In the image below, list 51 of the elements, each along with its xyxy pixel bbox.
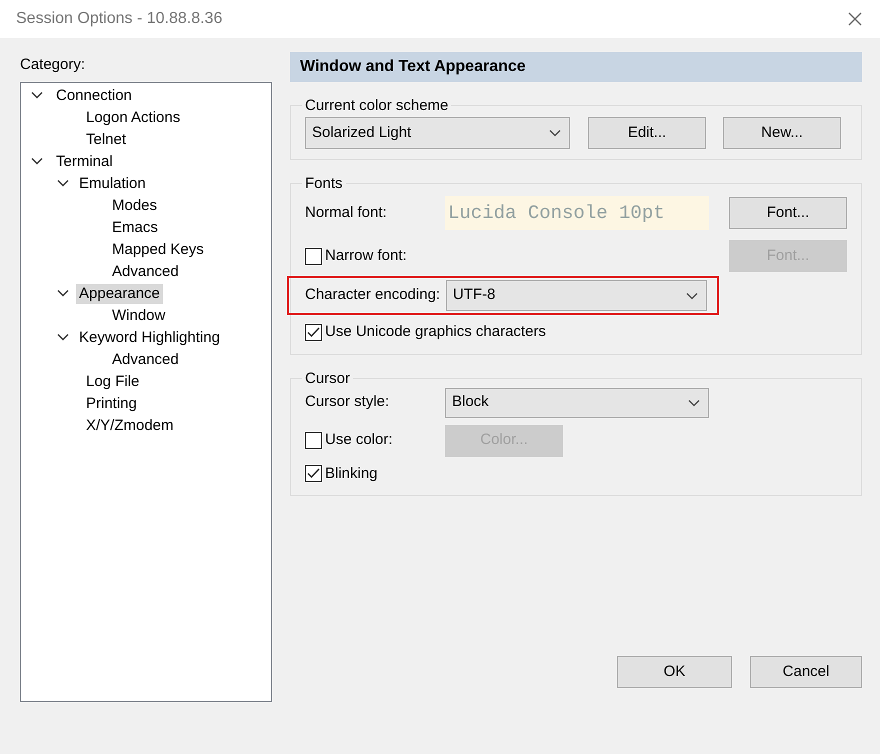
tree-item[interactable]: Appearance [76,284,163,304]
caret-icon [549,129,561,137]
font-button[interactable]: Font... [729,197,847,229]
checkbox-label: Use color: [325,430,393,450]
tree-item[interactable]: Window [109,306,168,326]
tree-item[interactable]: X/Y/Zmodem [83,416,177,436]
tree-item[interactable]: Telnet [83,130,130,150]
tree-item[interactable]: Advanced [109,350,182,370]
window-title: Session Options - 10.88.8.36 [16,9,222,29]
dialog-button[interactable]: OK [617,656,732,688]
tree-item[interactable]: Connection [53,86,135,106]
caret-icon [686,292,698,300]
category-label: Category: [20,55,86,75]
scheme-button[interactable]: New... [723,117,841,149]
panel-title: Window and Text Appearance [290,52,862,82]
checkbox-label: Narrow font: [325,246,407,266]
tree-item[interactable]: Logon Actions [83,108,184,128]
tree-item[interactable]: Log File [83,372,142,392]
caret-icon [688,398,700,406]
tree-item[interactable]: Mapped Keys [109,240,207,260]
checkbox-label: Use Unicode graphics characters [325,322,546,342]
checkbox-label: Blinking [325,464,378,484]
field-label: Character encoding: [305,285,442,306]
field-label: Cursor style: [305,392,390,412]
font-preview: Lucida Console 10pt [445,196,709,230]
group-legend: Cursor [302,370,354,386]
tree-item[interactable]: Terminal [53,152,116,172]
tree-item[interactable]: Keyword Highlighting [76,328,223,348]
chevron-icon[interactable] [57,332,69,342]
chevron-icon[interactable] [57,288,69,298]
checkbox[interactable] [305,432,322,449]
chevron-icon[interactable] [31,90,43,100]
chevron-icon[interactable] [31,156,43,166]
checkbox[interactable] [305,248,322,264]
cursor-style-dropdown[interactable]: Block [445,388,709,418]
group-legend: Fonts [302,176,346,191]
checkbox[interactable] [305,324,322,341]
checkbox[interactable] [305,465,322,482]
dialog-button[interactable]: Cancel [750,656,862,688]
close-icon[interactable] [848,12,862,26]
scheme-button[interactable]: Edit... [588,117,706,149]
tree-item[interactable]: Advanced [109,262,182,282]
tree-item[interactable]: Modes [109,196,160,216]
field-label: Normal font: [305,202,388,223]
tree-item[interactable]: Emacs [109,218,161,238]
color-scheme-dropdown[interactable]: Solarized Light [305,117,570,149]
encoding-dropdown[interactable]: UTF-8 [446,280,707,311]
group-legend: Current color scheme [302,98,452,113]
tree-item[interactable]: Emulation [76,174,149,194]
chevron-icon[interactable] [57,178,69,188]
tree-item[interactable]: Printing [83,394,140,414]
